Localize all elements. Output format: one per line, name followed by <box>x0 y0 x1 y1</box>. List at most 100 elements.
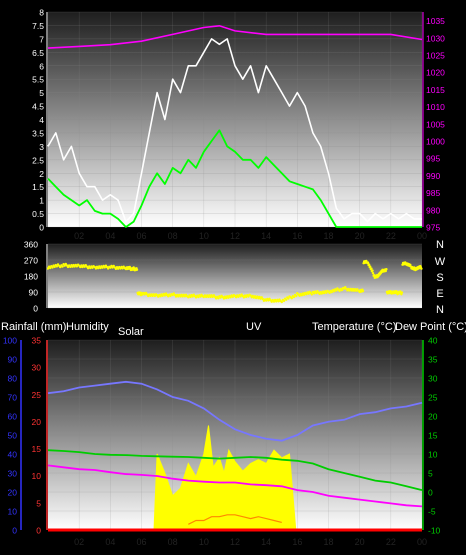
wind-x-tick: 22 <box>386 231 396 241</box>
direction-y-tick: 0 <box>33 304 38 314</box>
rain-y-tick: 30 <box>32 363 42 373</box>
humidity-y-tick: 40 <box>8 450 18 460</box>
wind-y-tick: 0.5 <box>32 209 44 219</box>
wind-x-tick: 06 <box>136 231 146 241</box>
wind-x-tick: 10 <box>199 231 209 241</box>
baro-y-tick: 1025 <box>426 51 445 61</box>
temp-y-tick: -10 <box>428 526 441 536</box>
dewpoint-axis-title: Dew Point (°C) <box>395 321 466 333</box>
direction-point <box>282 299 286 303</box>
compass-n-top: N <box>436 239 444 251</box>
wind-y-tick: 3.5 <box>32 128 44 138</box>
baro-y-tick: 1015 <box>426 85 445 95</box>
temp-x-tick: 10 <box>199 537 209 547</box>
wind-x-axis: 02 04 06 08 10 12 14 16 18 20 22 00 <box>74 231 427 241</box>
temp-x-tick: 08 <box>168 537 178 547</box>
direction-point <box>385 268 388 271</box>
direction-point <box>135 268 139 271</box>
temp-y-tick: -5 <box>428 507 436 517</box>
rain-y-tick: 25 <box>32 390 42 400</box>
wind-x-tick: 02 <box>74 231 84 241</box>
direction-point <box>400 291 404 294</box>
humidity-y-tick: 70 <box>8 393 18 403</box>
baro-y-tick: 1005 <box>426 119 445 129</box>
temp-x-tick: 20 <box>355 537 365 547</box>
temp-x-tick: 18 <box>323 537 333 547</box>
rain-y-tick: 35 <box>32 336 42 346</box>
direction-y-tick: 360 <box>24 240 38 250</box>
baro-y-tick: 985 <box>426 188 440 198</box>
rain-y-tick: 20 <box>32 417 42 427</box>
wind-x-tick: 18 <box>323 231 333 241</box>
wind-y-tick: 7 <box>39 34 44 44</box>
humidity-y-tick: 50 <box>8 431 18 441</box>
temp-y-tick: 0 <box>428 488 433 498</box>
baro-y-tick: 990 <box>426 171 440 181</box>
wind-y-tick: 5.5 <box>32 75 44 85</box>
direction-point <box>290 297 293 300</box>
humidity-y-tick: 20 <box>8 488 18 498</box>
wind-y-tick: 0 <box>39 223 44 233</box>
wind-y-axis: 0 0.5 1 1.5 2 2.5 3 3.5 4 4.5 5 5.5 6 6.5 7 7.5 8 <box>32 8 48 233</box>
wind-y-tick: 3 <box>39 142 44 152</box>
direction-point <box>361 289 365 293</box>
humidity-y-tick: 90 <box>8 355 18 365</box>
compass-e: E <box>436 288 443 300</box>
baro-y-tick: 1010 <box>426 102 445 112</box>
direction-y-tick: 180 <box>24 272 38 282</box>
wind-y-tick: 1 <box>39 196 44 206</box>
direction-point <box>292 295 296 299</box>
humidity-y-tick: 10 <box>8 507 18 517</box>
wind-x-tick: 20 <box>355 231 365 241</box>
direction-point <box>61 265 64 268</box>
rain-y-tick: 5 <box>36 498 41 508</box>
humidity-y-tick: 30 <box>8 469 18 479</box>
temp-x-axis: 02 04 06 08 10 12 14 16 18 20 22 00 <box>74 537 427 547</box>
baro-y-tick: 995 <box>426 154 440 164</box>
temp-y-tick: 5 <box>428 469 433 479</box>
humidity-axis-title: Humidity <box>66 321 109 333</box>
direction-point <box>310 293 313 296</box>
humidity-y-tick: 100 <box>3 336 17 346</box>
wind-y-tick: 7.5 <box>32 21 44 31</box>
temp-x-tick: 04 <box>105 537 115 547</box>
direction-point <box>330 290 333 294</box>
rain-axis-title: Rainfall (mm) <box>1 321 66 333</box>
direction-point <box>369 265 372 268</box>
wind-x-tick: 14 <box>261 231 271 241</box>
weather-graph: Windspeed (m/s) 24 hour graph day : 03 N… <box>0 1 466 547</box>
temp-y-tick: 30 <box>428 374 438 384</box>
temperature-axis-title: Temperature (°C) <box>312 321 396 333</box>
compass-n-bottom: N <box>436 304 444 316</box>
temp-x-tick: 00 <box>417 537 427 547</box>
temp-x-tick: 14 <box>261 537 271 547</box>
direction-point <box>287 297 290 300</box>
wind-y-tick: 2 <box>39 169 44 179</box>
wind-y-tick: 5 <box>39 88 44 98</box>
baro-y-tick: 1000 <box>426 137 445 147</box>
rain-y-tick: 0 <box>36 526 41 536</box>
temp-y-tick: 35 <box>428 355 438 365</box>
rain-y-tick: 15 <box>32 444 42 454</box>
temp-x-tick: 16 <box>292 537 302 547</box>
wind-y-tick: 4 <box>39 115 44 125</box>
humidity-y-tick: 60 <box>8 412 18 422</box>
rain-y-tick: 10 <box>32 471 42 481</box>
wind-x-tick: 12 <box>230 231 240 241</box>
solar-title: Solar <box>118 326 144 338</box>
direction-y-axis: 0 90 180 270 360 <box>24 240 48 314</box>
uv-title: UV <box>246 321 262 333</box>
direction-point <box>285 298 288 301</box>
compass-s: S <box>436 272 443 284</box>
temp-x-tick: 06 <box>136 537 146 547</box>
wind-x-tick: 04 <box>105 231 115 241</box>
date-title: 24 hour graph day : 03 November 2024 <box>172 1 364 13</box>
baro-y-tick: 1030 <box>426 33 445 43</box>
direction-y-tick: 90 <box>29 288 39 298</box>
baro-y-tick: 1035 <box>426 16 445 26</box>
baro-y-axis: 975 980 985 990 995 1000 1005 1010 1015 1020 1025 1… <box>422 12 445 233</box>
direction-point <box>280 300 283 304</box>
direction-point <box>420 267 423 270</box>
temp-y-tick: 10 <box>428 450 438 460</box>
baro-axis-title: Barometer (hpa) <box>371 1 451 13</box>
